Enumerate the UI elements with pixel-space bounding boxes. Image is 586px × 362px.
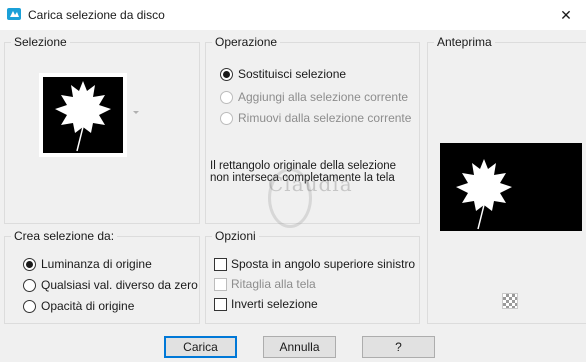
radio-label: Opacità di origine bbox=[41, 299, 135, 313]
leaf-image bbox=[55, 81, 111, 152]
radio-replace-selection[interactable]: Sostituisci selezione bbox=[220, 67, 346, 81]
preview-legend: Anteprima bbox=[434, 35, 495, 49]
cancel-button[interactable]: Annulla bbox=[263, 336, 336, 358]
checkbox-label: Inverti selezione bbox=[231, 297, 318, 311]
window-title: Carica selezione da disco bbox=[28, 8, 165, 22]
help-button-label: ? bbox=[395, 340, 402, 354]
radio-indicator[interactable] bbox=[220, 111, 233, 125]
radio-label: Luminanza di origine bbox=[41, 257, 152, 271]
selection-thumbnail-image bbox=[43, 77, 123, 153]
selection-group: Selezione bbox=[4, 35, 200, 224]
checkbox-invert-selection[interactable]: Inverti selezione bbox=[214, 297, 318, 311]
checkbox-label: Ritaglia alla tela bbox=[231, 277, 316, 291]
checkbox-move-top-left[interactable]: Sposta in angolo superiore sinistro bbox=[214, 257, 415, 271]
radio-indicator[interactable] bbox=[23, 278, 36, 292]
radio-indicator[interactable] bbox=[23, 299, 36, 313]
create-from-legend: Crea selezione da: bbox=[11, 229, 118, 243]
checkbox-indicator[interactable] bbox=[214, 257, 227, 271]
preview-leaf bbox=[456, 159, 512, 230]
radio-indicator[interactable] bbox=[23, 257, 36, 271]
close-button[interactable]: ✕ bbox=[546, 0, 586, 30]
radio-add-to-selection[interactable]: Aggiungi alla selezione corrente bbox=[220, 90, 408, 104]
watermark: Claudia bbox=[268, 172, 353, 196]
preview-image bbox=[440, 143, 582, 231]
checkbox-indicator[interactable] bbox=[214, 297, 227, 311]
load-button[interactable]: Carica bbox=[164, 336, 237, 358]
transparency-icon[interactable] bbox=[502, 293, 518, 309]
checkbox-crop-to-canvas[interactable]: Ritaglia alla tela bbox=[214, 277, 316, 291]
selection-legend: Selezione bbox=[11, 35, 70, 49]
dialog-body: Selezione Operazione Sostituisci selezio… bbox=[0, 30, 586, 362]
cancel-button-label: Annulla bbox=[279, 340, 320, 354]
app-icon bbox=[7, 8, 21, 20]
radio-source-luminance[interactable]: Luminanza di origine bbox=[23, 257, 152, 271]
operation-legend: Operazione bbox=[212, 35, 281, 49]
create-from-group: Crea selezione da: Luminanza di origine … bbox=[4, 229, 200, 324]
load-button-label: Carica bbox=[183, 340, 218, 354]
radio-label: Rimuovi dalla selezione corrente bbox=[238, 111, 412, 125]
radio-source-opacity[interactable]: Opacità di origine bbox=[23, 299, 134, 313]
radio-any-nonzero[interactable]: Qualsiasi val. diverso da zero bbox=[23, 278, 198, 292]
preview-group: Anteprima bbox=[427, 35, 586, 324]
options-group: Opzioni Sposta in angolo superiore sinis… bbox=[205, 229, 420, 324]
close-icon: ✕ bbox=[560, 6, 572, 23]
radio-label: Qualsiasi val. diverso da zero bbox=[41, 278, 198, 292]
radio-indicator[interactable] bbox=[220, 90, 233, 104]
radio-label: Sostituisci selezione bbox=[238, 67, 347, 81]
radio-remove-from-selection[interactable]: Rimuovi dalla selezione corrente bbox=[220, 111, 411, 125]
checkbox-indicator[interactable] bbox=[214, 277, 227, 291]
thumbnail-dropdown-arrow[interactable] bbox=[133, 111, 139, 114]
title-bar: Carica selezione da disco ✕ bbox=[0, 0, 586, 30]
options-legend: Opzioni bbox=[212, 229, 259, 243]
radio-indicator[interactable] bbox=[220, 67, 233, 81]
help-button[interactable]: ? bbox=[362, 336, 435, 358]
operation-group: Operazione Sostituisci selezione Aggiung… bbox=[205, 35, 420, 224]
checkbox-label: Sposta in angolo superiore sinistro bbox=[231, 257, 416, 271]
radio-label: Aggiungi alla selezione corrente bbox=[238, 90, 409, 104]
selection-thumbnail[interactable] bbox=[39, 73, 127, 157]
